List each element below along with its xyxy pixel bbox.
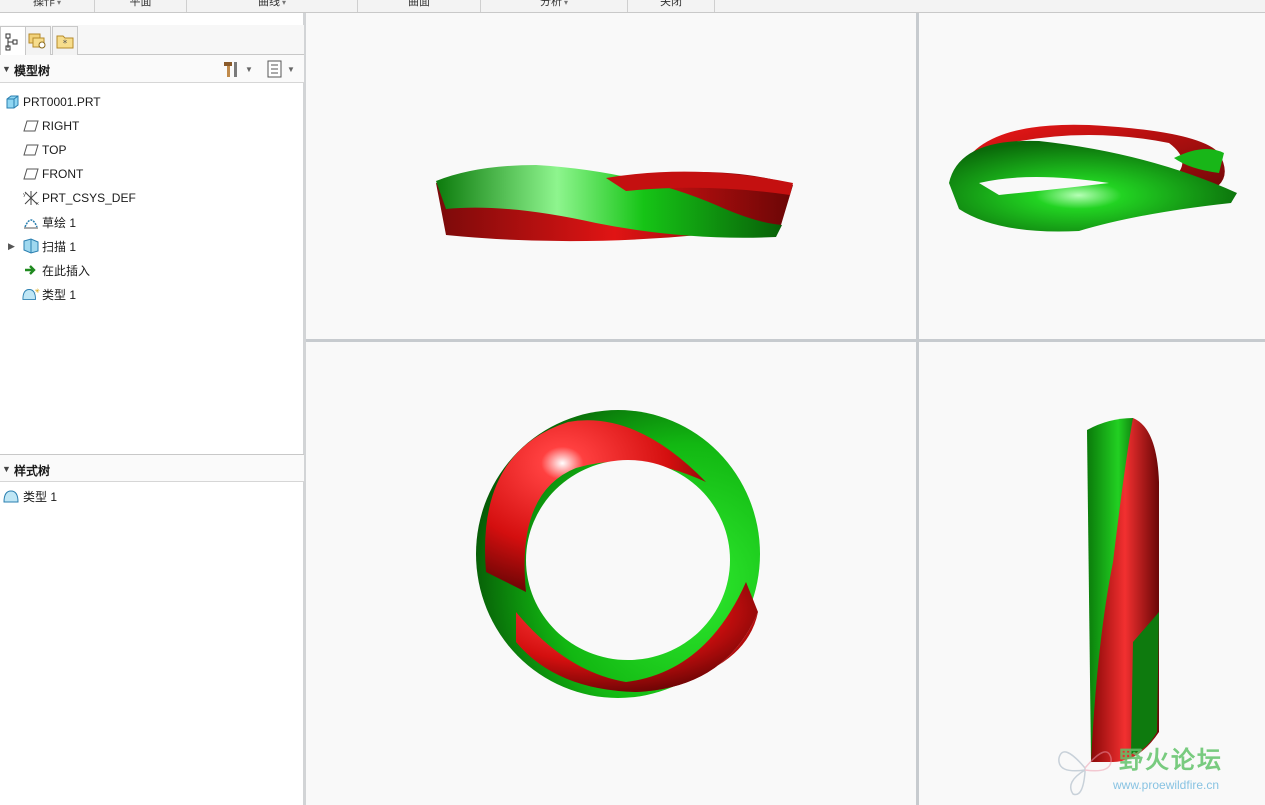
datum-plane-icon <box>22 142 40 158</box>
viewport-top-view[interactable] <box>919 13 1265 339</box>
coordinate-system-icon: yx <box>22 190 40 206</box>
viewport-right-view[interactable] <box>306 342 916 805</box>
viewport-splitter-vertical[interactable] <box>916 13 919 805</box>
sketch-icon <box>22 214 40 230</box>
tree-item-csys[interactable]: yx PRT_CSYS_DEF <box>22 188 136 208</box>
favorites-tab-icon: * <box>56 35 74 49</box>
hammer-settings-icon <box>224 62 237 77</box>
mobius-band-plan-view <box>476 410 760 698</box>
ribbon-tab-analysis[interactable]: 分析 ▾ <box>481 0 628 12</box>
ribbon-tab-surface[interactable]: 曲面 <box>358 0 481 12</box>
watermark-title: 野火论坛 <box>1119 746 1223 774</box>
style-tree-item-type[interactable]: 类型 1 <box>3 486 57 506</box>
tree-item-part[interactable]: PRT0001.PRT <box>3 92 101 112</box>
viewport-front-view[interactable] <box>306 13 916 339</box>
tree-columns-icon <box>267 60 282 78</box>
model-tree-title: 模型树 <box>14 64 51 78</box>
tab-favorites[interactable]: * <box>52 26 78 55</box>
tab-model-tree[interactable] <box>0 26 26 56</box>
mobius-band-edge-view <box>1087 418 1159 762</box>
tree-item-insert-here[interactable]: 在此插入 <box>22 260 90 280</box>
model-tree-tab-icon <box>5 33 18 50</box>
chevron-down-icon: ▾ <box>563 0 568 7</box>
collapse-arrow-icon[interactable]: ▼ <box>2 64 11 74</box>
style-feature-icon: ✳ <box>22 286 40 302</box>
svg-text:y: y <box>23 192 26 198</box>
viewport-side-view[interactable] <box>919 342 1265 805</box>
butterfly-logo-icon <box>1058 751 1112 796</box>
tree-columns-button[interactable]: ▼ <box>266 60 295 78</box>
sweep-icon <box>22 238 40 254</box>
tree-item-sweep[interactable]: 扫描 1 <box>22 236 76 256</box>
style-feature-icon <box>3 488 21 504</box>
collapse-arrow-icon[interactable]: ▼ <box>2 464 11 474</box>
tree-item-datum-front[interactable]: FRONT <box>22 164 83 184</box>
navigator-tabs: * <box>0 25 304 56</box>
chevron-down-icon: ▼ <box>245 64 253 74</box>
ribbon-tab-curves[interactable]: 曲线 ▾ <box>187 0 358 12</box>
ribbon: 操作 ▾ 平面 曲线 ▾ 曲面 分析 ▾ 关闭 <box>0 0 1265 13</box>
svg-text:✳: ✳ <box>35 288 40 295</box>
tree-settings-button[interactable]: ▼ <box>222 60 253 78</box>
forum-watermark: 野火论坛 www.proewildfire.cn <box>1055 738 1265 800</box>
tree-item-datum-right[interactable]: RIGHT <box>22 116 79 136</box>
watermark-url: www.proewildfire.cn <box>1113 778 1220 792</box>
tree-item-datum-top[interactable]: TOP <box>22 140 66 160</box>
ribbon-tab-operations[interactable]: 操作 ▾ <box>0 0 95 12</box>
viewport-splitter-horizontal[interactable] <box>306 339 1265 342</box>
tree-item-style-type[interactable]: ✳ 类型 1 <box>22 284 76 304</box>
tree-item-sketch[interactable]: 草绘 1 <box>22 212 76 232</box>
insert-here-arrow-icon <box>22 262 40 278</box>
folder-browser-tab-icon <box>28 33 46 49</box>
style-tree-title: 样式树 <box>14 464 51 478</box>
navigator-panel: * ▼ 模型树 ▼ ▼ PRT0001.PRT RIGHT TOP FRONT … <box>0 13 306 805</box>
ribbon-tab-close[interactable]: 关闭 <box>628 0 715 12</box>
mobius-band-side-view <box>436 165 793 242</box>
datum-plane-icon <box>22 118 40 134</box>
model-tree-header[interactable]: ▼ 模型树 ▼ ▼ <box>0 55 304 83</box>
part-icon <box>3 94 21 110</box>
datum-plane-icon <box>22 166 40 182</box>
chevron-down-icon: ▾ <box>56 0 61 7</box>
mobius-band-iso-view <box>949 124 1237 232</box>
svg-text:*: * <box>63 39 68 49</box>
svg-text:x: x <box>36 201 39 206</box>
style-tree-header[interactable]: ▼ 样式树 <box>0 454 304 482</box>
chevron-down-icon: ▼ <box>287 64 295 74</box>
ribbon-tab-plane[interactable]: 平面 <box>95 0 187 12</box>
chevron-down-icon: ▾ <box>281 0 286 7</box>
expand-arrow-icon[interactable]: ▶ <box>8 241 15 252</box>
tab-folder-browser[interactable] <box>25 26 51 55</box>
